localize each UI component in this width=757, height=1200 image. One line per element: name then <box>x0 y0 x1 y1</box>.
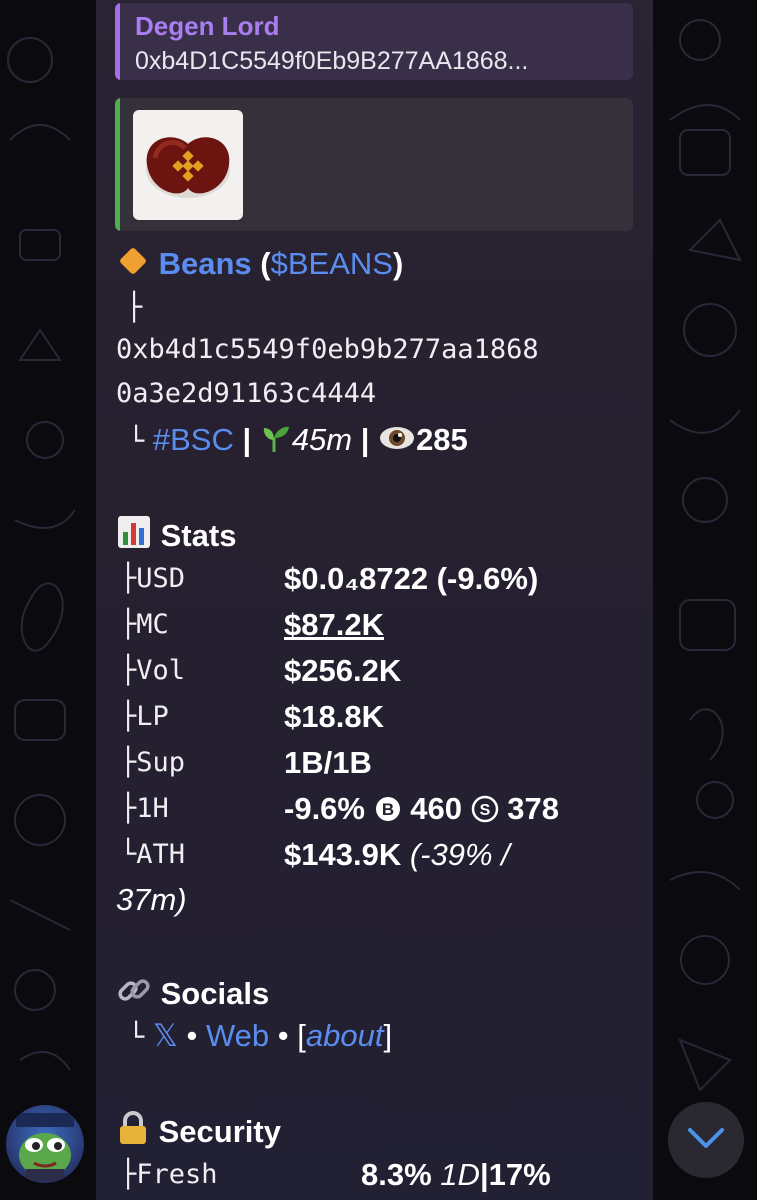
stat-value-vol: $256.2K <box>284 653 402 688</box>
stat-label-sup: ├Sup <box>120 747 186 778</box>
reply-preview-text: 0xb4D1C5549f0Eb9B277AA1868... <box>135 47 529 75</box>
scroll-to-bottom-button[interactable] <box>668 1102 744 1178</box>
socials-heading: Socials <box>116 972 269 1016</box>
stat-value-lp: $18.8K <box>284 699 384 734</box>
token-meta-line: └ #BSC | 45m | 285 <box>116 422 468 462</box>
stat-value-sup: 1B/1B <box>284 745 372 780</box>
fresh-percent: 8.3% <box>361 1157 432 1192</box>
socials-separator: • <box>186 1018 198 1053</box>
preview-accent-bar <box>115 98 120 231</box>
message-bubble: Degen Lord 0xb4D1C5549f0Eb9B277AA1868... <box>96 0 653 1200</box>
tree-branch-mid: ├ <box>126 292 143 323</box>
about-link[interactable]: about <box>306 1018 384 1053</box>
socials-separator: • <box>277 1018 289 1053</box>
stats-heading: Stats <box>116 514 236 558</box>
contract-address-line1[interactable]: 0xb4d1c5549f0eb9b277aa1868 <box>116 334 539 365</box>
seedling-icon <box>260 422 292 462</box>
stat-value-usd: $0.0₄8722 (-9.6%) <box>284 561 539 596</box>
stat-value-1h: -9.6% B 460 S 378 <box>284 791 559 831</box>
stat-label-ath: └ATH <box>120 839 186 870</box>
reply-accent-bar <box>115 3 120 80</box>
stats-heading-text: Stats <box>160 518 237 553</box>
stat-label-vol: ├Vol <box>120 655 186 686</box>
ath-change: (-39% / <box>409 837 510 872</box>
chevron-down-icon <box>686 1126 726 1155</box>
eye-icon <box>378 422 416 462</box>
reply-sender: Degen Lord <box>135 11 280 41</box>
lock-icon <box>116 1110 150 1154</box>
link-preview[interactable] <box>115 98 633 231</box>
bar-chart-icon <box>116 514 152 558</box>
contract-address-line2[interactable]: 0a3e2d91163c4444 <box>116 378 376 409</box>
sells-s-icon: S <box>471 795 499 831</box>
web-link[interactable]: Web <box>206 1018 269 1053</box>
fresh-percent-2: 17% <box>488 1157 551 1192</box>
sender-avatar[interactable] <box>6 1105 84 1183</box>
sells-count: 378 <box>507 791 559 826</box>
token-name-link[interactable]: Beans <box>159 246 252 281</box>
stat-label-1h: ├1H <box>120 793 169 824</box>
security-heading-text: Security <box>158 1114 281 1149</box>
security-label-fresh: ├Fresh <box>120 1159 218 1190</box>
security-value-fresh: 8.3% 1D|17% <box>361 1157 551 1192</box>
stat-label-mc: ├MC <box>120 609 169 640</box>
stat-value-mc-link[interactable]: $87.2K <box>284 607 384 643</box>
token-title: Beans ($BEANS) <box>116 244 403 286</box>
svg-text:S: S <box>479 802 490 819</box>
link-chain-icon <box>116 972 152 1016</box>
socials-tree-branch: └ <box>128 1022 145 1053</box>
tree-branch-end: └ <box>128 426 145 457</box>
buys-b-icon: B <box>374 795 402 831</box>
stat-value-ath: $143.9K (-39% / <box>284 837 510 873</box>
ath-change-cont: 37m) <box>116 882 187 917</box>
x-link[interactable]: 𝕏 <box>153 1018 178 1053</box>
security-heading: Security <box>116 1110 281 1154</box>
change-1h: -9.6% <box>284 791 365 826</box>
chain-tag-link[interactable]: #BSC <box>153 422 234 457</box>
fresh-period: 1D <box>440 1157 480 1192</box>
token-age: 45m <box>291 422 353 457</box>
stat-label-usd: ├USD <box>120 563 186 594</box>
token-ticker-link[interactable]: $BEANS <box>271 246 393 281</box>
socials-heading-text: Socials <box>160 976 270 1011</box>
socials-links: └ 𝕏 • Web • [about] <box>128 1018 393 1053</box>
view-count: 285 <box>416 422 468 457</box>
ath-value: $143.9K <box>284 837 402 872</box>
svg-text:B: B <box>381 800 393 819</box>
stat-label-lp: ├LP <box>120 701 169 732</box>
reply-quote[interactable]: Degen Lord 0xb4D1C5549f0Eb9B277AA1868... <box>115 3 633 80</box>
token-logo-image[interactable] <box>133 110 243 220</box>
orange-diamond-icon <box>116 244 150 286</box>
buys-count: 460 <box>410 791 462 826</box>
